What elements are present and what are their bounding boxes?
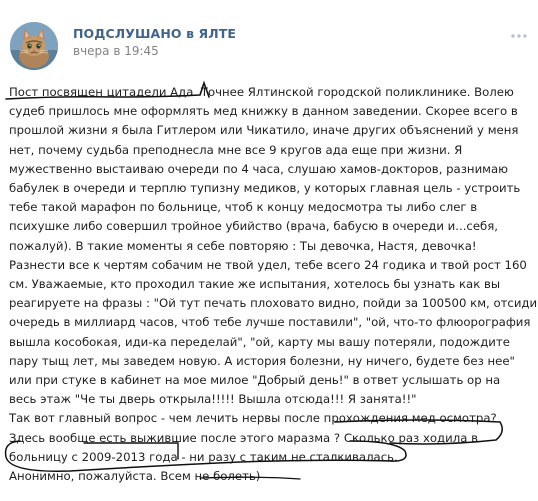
post-text-line: Разнести все к чертям собачим не твой уд… xyxy=(9,257,527,272)
more-dots-icon[interactable] xyxy=(510,27,528,39)
post-text-line: прошлой жизни я была Гитлером или Чикати… xyxy=(9,123,519,138)
post-text-line: судеб пришлось мне оформлять мед книжку … xyxy=(9,104,518,119)
post-text-line: мужественно выстаиваю очереди по 4 часа,… xyxy=(9,161,508,176)
post-text-line: больницу с 2009-2013 года - ни разу с та… xyxy=(9,449,398,464)
post-text-line: см. Уважаемые, кто проходил такие же исп… xyxy=(9,277,501,292)
post-text-line: Здесь вообще есть выжившие после этого м… xyxy=(9,430,478,445)
post-text: Пост посвящен цитадели Ада. Точнее Ялтин… xyxy=(9,83,538,486)
post-text-line: или при стуке в кабинет на мое милое "До… xyxy=(9,373,501,388)
post-text-line: вышла кособокая, иди-ка переделай", "ой,… xyxy=(9,334,510,349)
post-text-line: очередь в миллиард часов, чтоб тебе лучш… xyxy=(9,315,531,330)
post-text-line: пару тыщ лет, мы заведем новую. А истори… xyxy=(9,353,515,368)
post-text-line: Пост посвящен цитадели Ада. Точнее Ялтин… xyxy=(9,85,514,99)
post-text-line: пожалуй). В такие моменты я себе повторя… xyxy=(9,238,477,253)
post-text-line: тебе такой марафон по больнице, чтоб к к… xyxy=(9,200,478,215)
community-avatar[interactable] xyxy=(10,22,58,70)
post-text-line: Анонимно, пожалуйста. Всем не болеть) xyxy=(9,469,261,484)
post-text-line: нет, почему судьба преподнесла мне все 9… xyxy=(9,142,463,157)
post-text-line: реагируете на фразы : "Ой тут печать пло… xyxy=(9,296,538,311)
post-text-line: весь этаж "Че ты дверь открыла!!!!! Вышл… xyxy=(9,392,417,407)
wall-post: ПОДСЛУШАНО в ЯЛТЕ вчера в 19:45 Пост пос… xyxy=(0,0,538,501)
post-date-link[interactable]: вчера в 19:45 xyxy=(73,44,159,58)
post-text-line: бабулек в очереди и терплю тупизну медик… xyxy=(9,181,521,196)
cat-avatar-icon xyxy=(10,22,58,70)
post-text-line: психушке либо совершил тройное убийство … xyxy=(9,219,498,234)
post-text-line: Так вот главный вопрос - чем лечить нерв… xyxy=(9,411,497,426)
community-name-link[interactable]: ПОДСЛУШАНО в ЯЛТЕ xyxy=(73,26,236,41)
